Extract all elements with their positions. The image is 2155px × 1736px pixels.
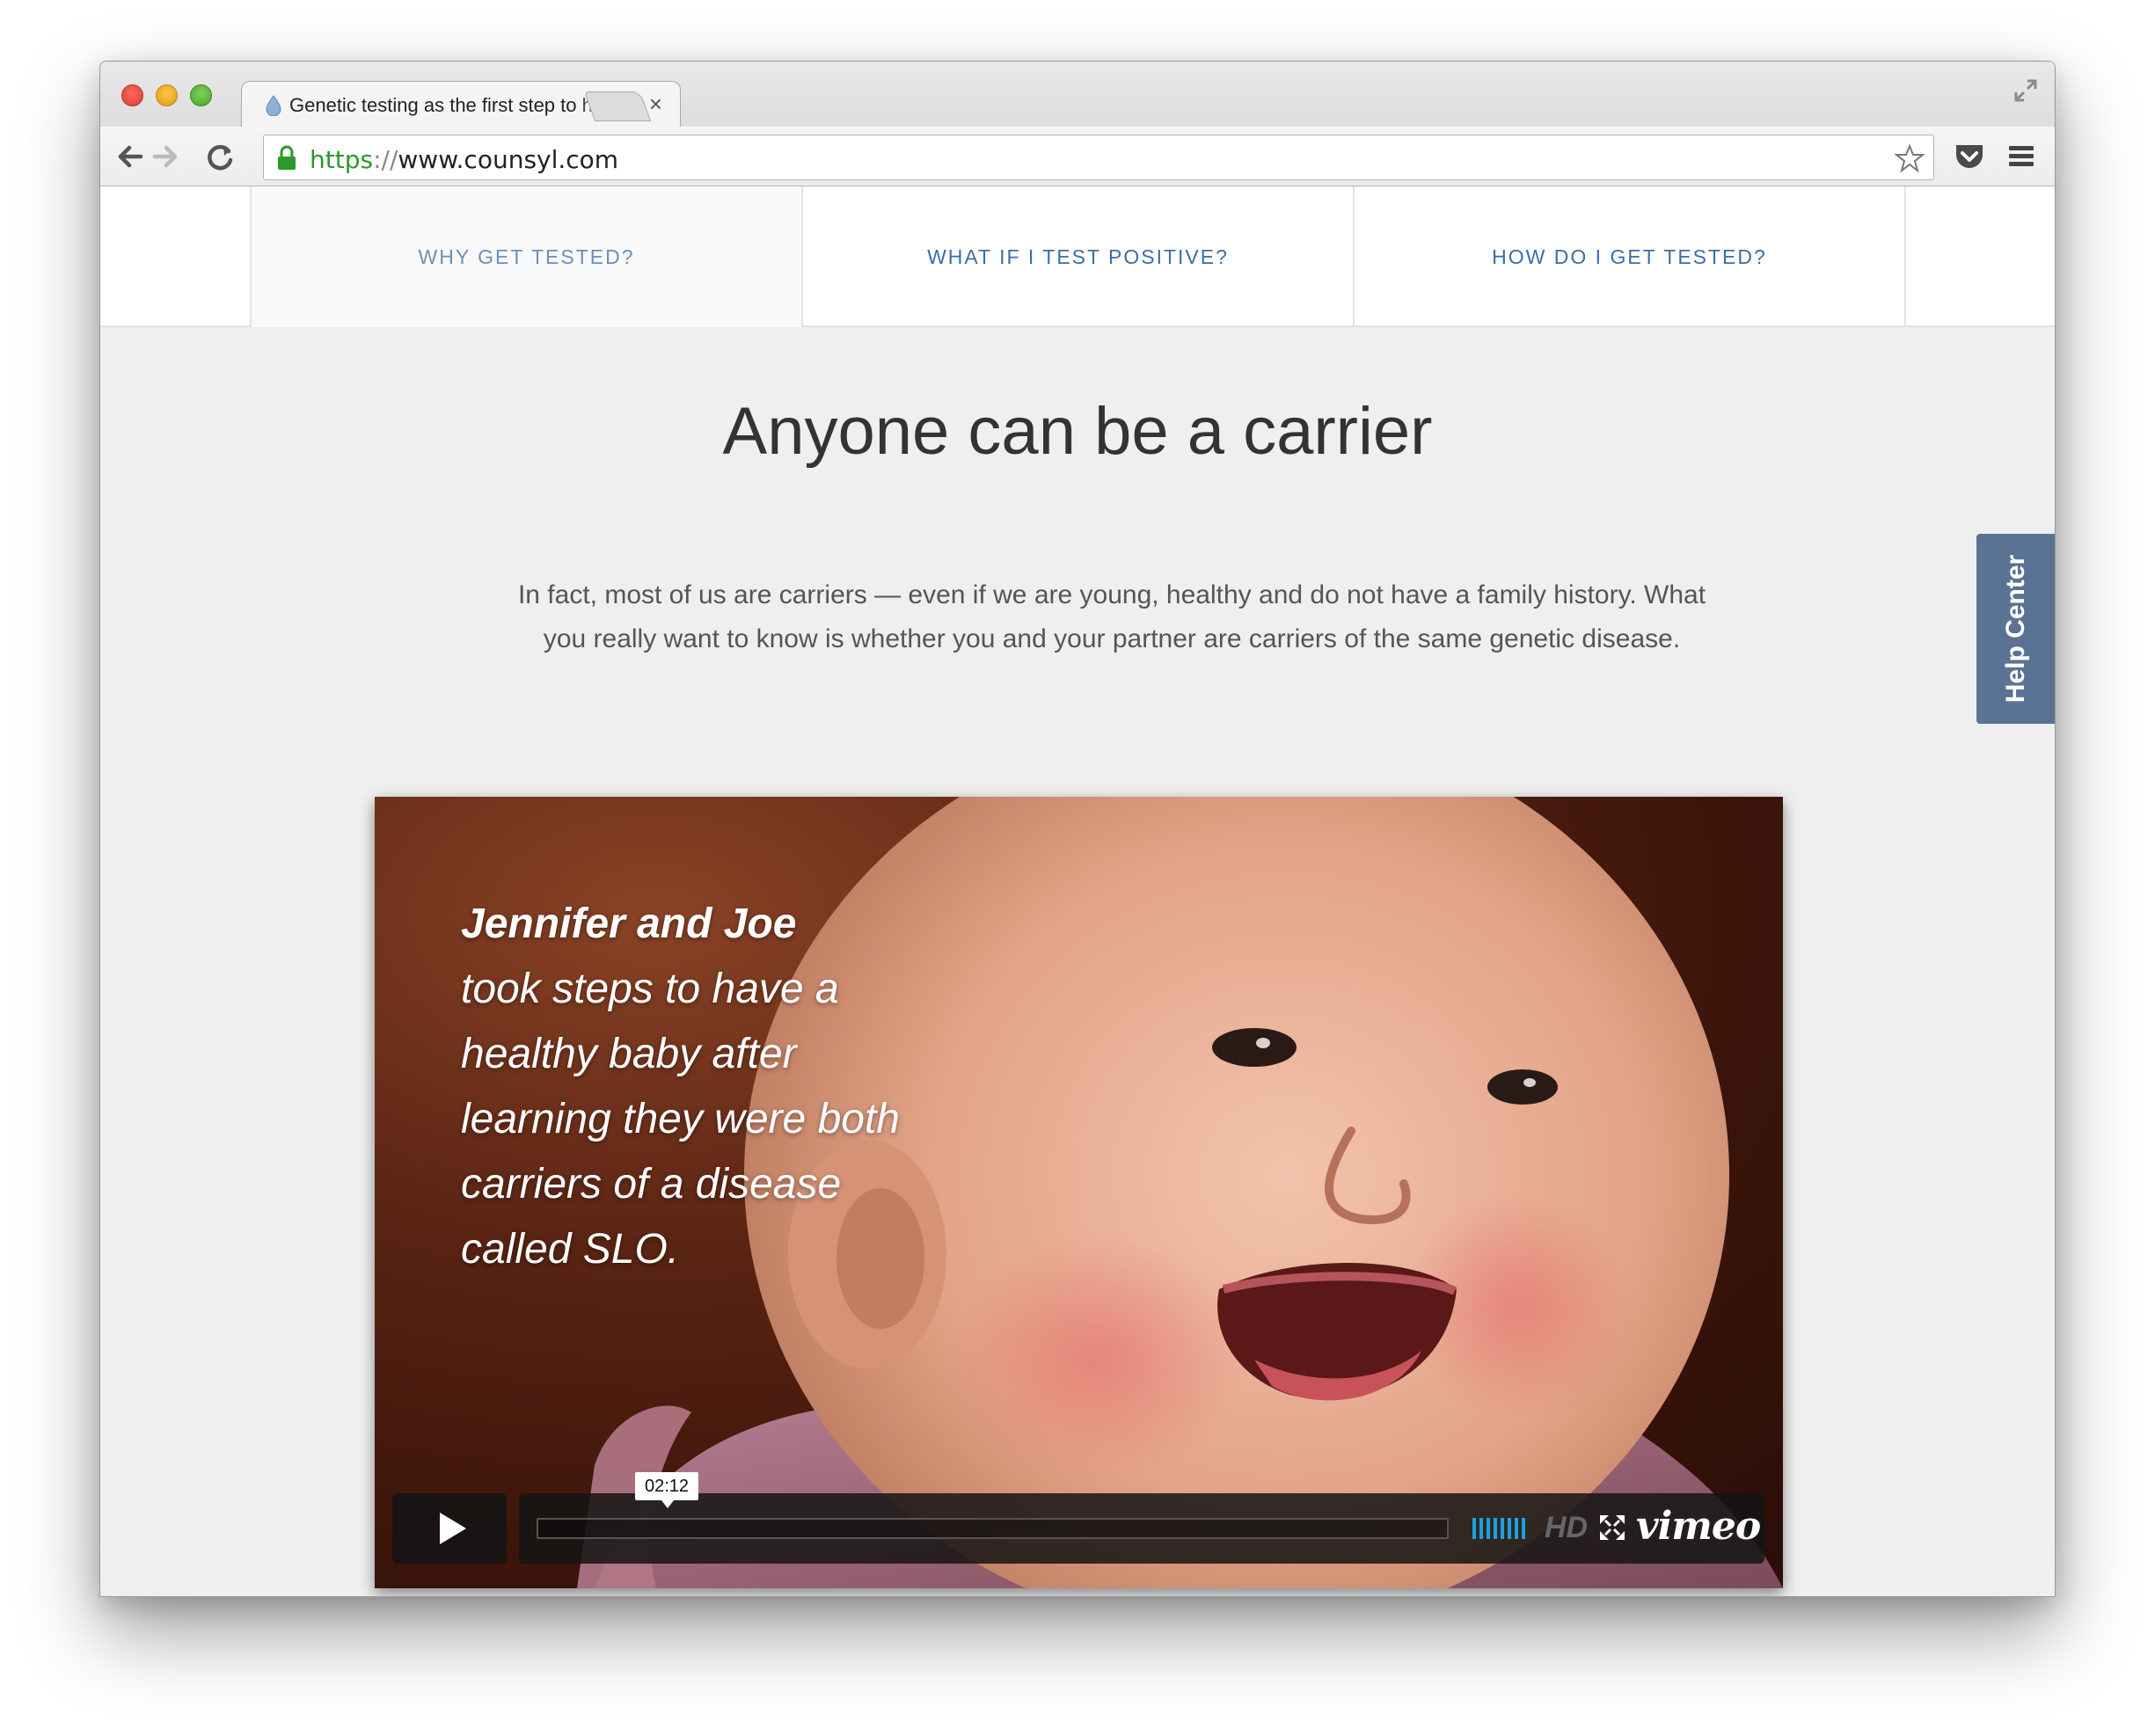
caption-names: Jennifer and Joe	[461, 901, 797, 947]
address-bar[interactable]: https://www.counsyl.com	[263, 135, 1934, 180]
nav-why-get-tested[interactable]: WHY GET TESTED?	[250, 186, 801, 327]
fullscreen-icon[interactable]	[1597, 1513, 1627, 1543]
back-arrow-icon[interactable]	[113, 139, 148, 174]
zoom-window-button[interactable]	[190, 84, 212, 106]
lock-icon	[278, 145, 296, 170]
reload-icon[interactable]	[202, 139, 237, 174]
play-icon	[440, 1513, 466, 1544]
browser-titlebar: Genetic testing as the first step to hav…	[100, 62, 2055, 186]
play-button[interactable]	[392, 1493, 507, 1564]
bookmark-star-icon[interactable]	[1895, 143, 1925, 173]
url-scheme: https	[310, 145, 374, 174]
section-nav: WHY GET TESTED? WHAT IF I TEST POSITIVE?…	[100, 186, 2055, 327]
fullscreen-arrows-icon[interactable]	[2013, 77, 2039, 104]
vimeo-logo[interactable]: vimeo	[1636, 1504, 1761, 1549]
page-title: Anyone can be a carrier	[722, 394, 1433, 469]
page-content: WHY GET TESTED? WHAT IF I TEST POSITIVE?…	[100, 186, 2055, 1596]
counsyl-favicon-icon	[266, 95, 281, 116]
hd-toggle[interactable]: HD	[1545, 1511, 1588, 1545]
close-window-button[interactable]	[121, 84, 143, 106]
tab-close-icon[interactable]: ×	[649, 91, 662, 117]
help-center-label: Help Center	[2001, 554, 2031, 704]
browser-toolbar: https://www.counsyl.com	[100, 127, 2055, 186]
caption-text: took steps to have a healthy baby after …	[461, 966, 900, 1273]
nav-what-if-positive[interactable]: WHAT IF I TEST POSITIVE?	[801, 186, 1353, 327]
nav-divider	[1904, 186, 1906, 327]
progress-bar[interactable]	[537, 1518, 1449, 1539]
url-separator: ://	[373, 145, 398, 174]
video-controls: 02:12 HD vimeo	[392, 1472, 1764, 1564]
forward-arrow-icon[interactable]	[148, 139, 183, 174]
volume-icon[interactable]	[1472, 1514, 1530, 1543]
new-tab-button[interactable]	[583, 91, 652, 121]
hamburger-menu-icon[interactable]	[2007, 144, 2035, 169]
tab-title: Genetic testing as the first step to hav…	[289, 94, 617, 116]
url-host: www.counsyl.com	[398, 145, 619, 174]
minimize-window-button[interactable]	[156, 84, 178, 106]
pocket-icon[interactable]	[1953, 140, 1986, 173]
intro-paragraph: In fact, most of us are carriers — even …	[517, 580, 1706, 653]
browser-window: Genetic testing as the first step to hav…	[99, 61, 2056, 1597]
video-caption: Jennifer and Joe took steps to have a he…	[461, 892, 918, 1282]
video-duration: 02:12	[635, 1472, 698, 1508]
video-player[interactable]: Jennifer and Joe took steps to have a he…	[375, 797, 1783, 1588]
nav-how-get-tested[interactable]: HOW DO I GET TESTED?	[1353, 186, 1904, 327]
video-control-bar: 02:12 HD vimeo	[519, 1472, 1764, 1564]
url-text: https://www.counsyl.com	[310, 145, 618, 174]
help-center-tab[interactable]: Help Center	[1976, 534, 2055, 724]
